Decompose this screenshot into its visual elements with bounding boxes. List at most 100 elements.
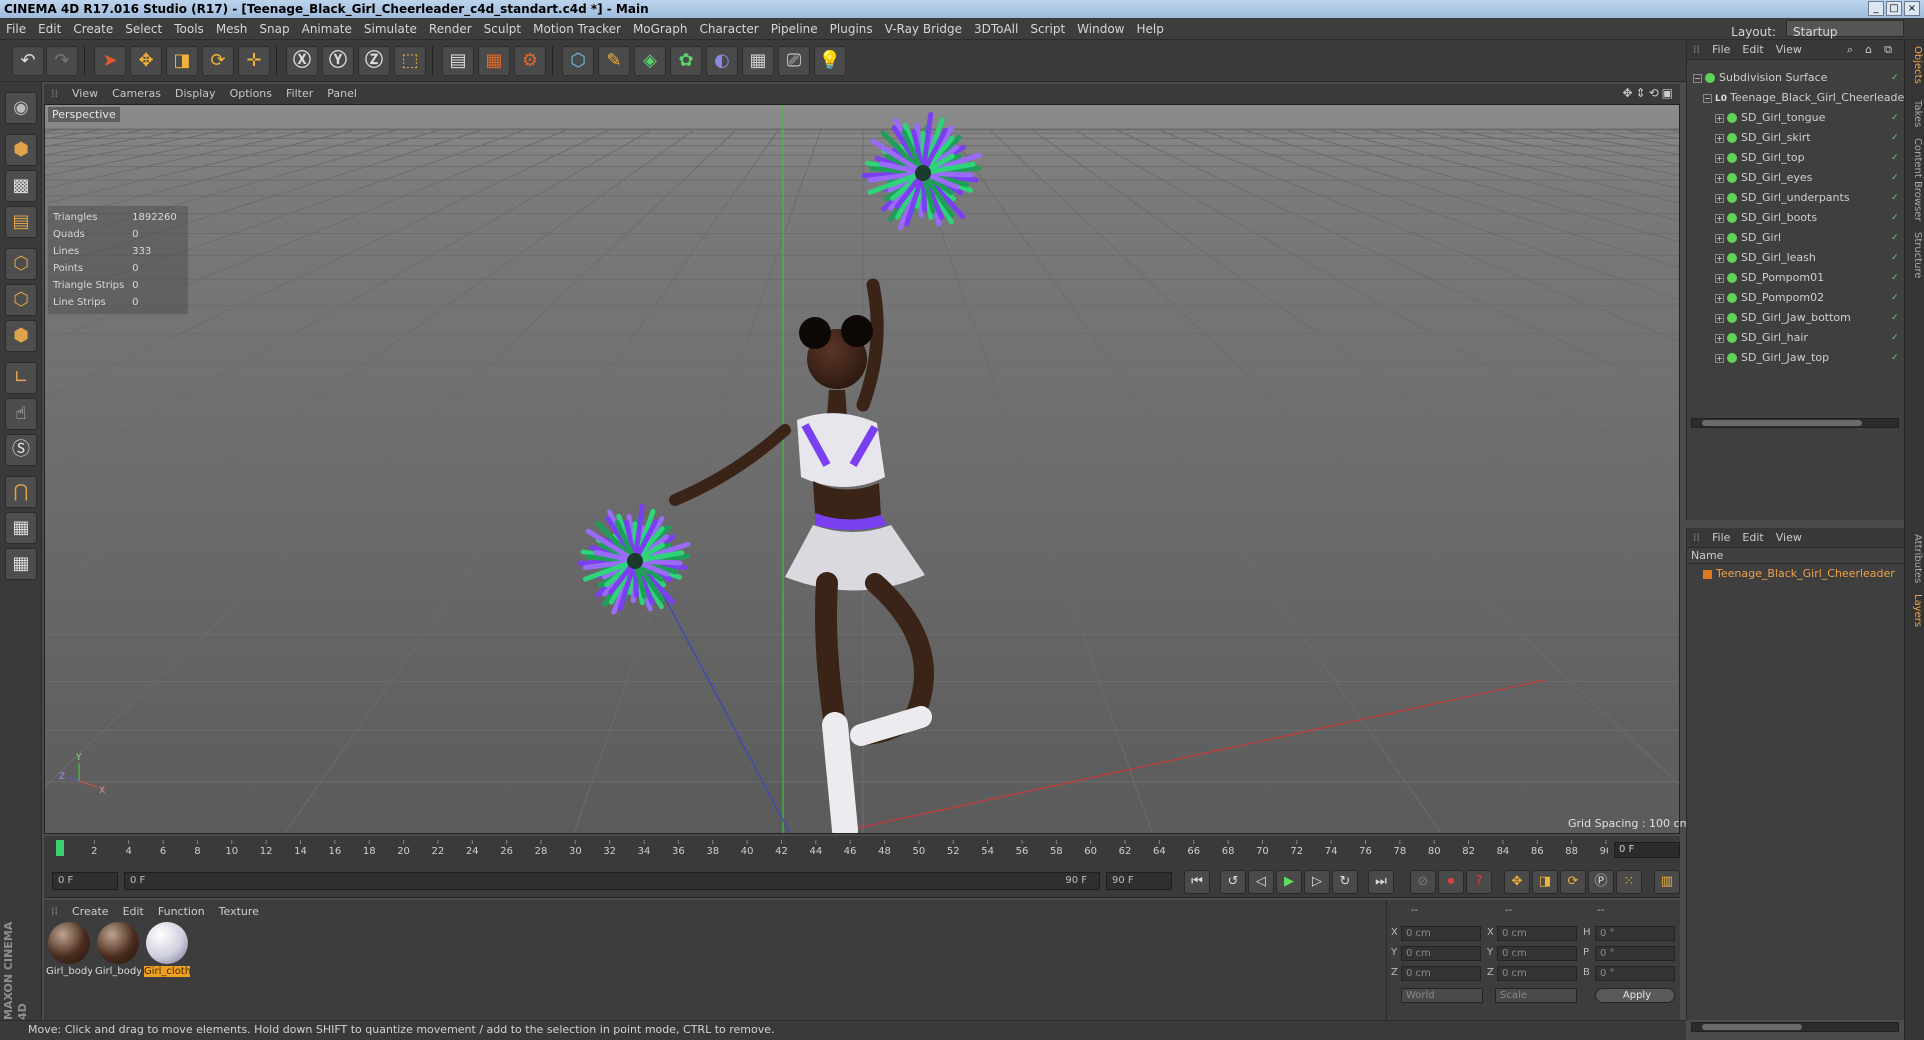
texture-mode-icon[interactable]: ▩ bbox=[5, 170, 37, 202]
layer-manager-scrollbar[interactable] bbox=[1691, 1022, 1899, 1032]
material-menu-edit[interactable]: Edit bbox=[116, 902, 151, 922]
enabled-check-icon[interactable]: ✓ bbox=[1891, 174, 1899, 183]
object-menu-file[interactable]: File bbox=[1706, 40, 1736, 60]
material-menu-create[interactable]: Create bbox=[65, 902, 116, 922]
timeline-ruler[interactable]: 0246810121416182022242628303234363840424… bbox=[52, 840, 1608, 856]
render-view-icon[interactable]: ▤ bbox=[442, 46, 474, 76]
expand-icon[interactable]: + bbox=[1715, 273, 1724, 283]
enabled-check-icon[interactable]: ✓ bbox=[1891, 114, 1899, 123]
menu-simulate[interactable]: Simulate bbox=[358, 18, 423, 40]
menu-animate[interactable]: Animate bbox=[296, 18, 358, 40]
expand-icon[interactable]: + bbox=[1715, 153, 1724, 163]
undo-icon[interactable]: ↶ bbox=[12, 46, 44, 76]
polygons-mode-icon[interactable]: ⬢ bbox=[5, 320, 37, 352]
frame-range-slider[interactable]: 0 F 90 F bbox=[124, 872, 1100, 890]
viewport-menu-panel[interactable]: Panel bbox=[320, 84, 364, 104]
tab-objects[interactable]: Objects bbox=[1907, 46, 1923, 84]
go-to-start-icon[interactable]: ⏮ bbox=[1184, 870, 1210, 894]
snap-icon[interactable]: Ⓢ bbox=[5, 434, 37, 466]
enabled-check-icon[interactable]: ✓ bbox=[1891, 154, 1899, 163]
viewport-menu-filter[interactable]: Filter bbox=[279, 84, 320, 104]
enabled-check-icon[interactable]: ✓ bbox=[1891, 214, 1899, 223]
enabled-check-icon[interactable]: ✓ bbox=[1891, 254, 1899, 263]
tab-structure[interactable]: Structure bbox=[1907, 232, 1923, 279]
points-mode-icon[interactable]: ⬡ bbox=[5, 248, 37, 280]
layer-menu-file[interactable]: File bbox=[1706, 528, 1736, 548]
object-row-group[interactable]: − L0 Teenage_Black_Girl_Cheerleader bbox=[1687, 88, 1909, 108]
object-row[interactable]: + SD_Girl ✓ bbox=[1687, 228, 1905, 248]
rotate-icon[interactable]: ⟳ bbox=[202, 46, 234, 76]
menu-help[interactable]: Help bbox=[1130, 18, 1169, 40]
subdivision-surface-icon[interactable]: ◈ bbox=[634, 46, 666, 76]
material-menu-texture[interactable]: Texture bbox=[212, 902, 266, 922]
expand-icon[interactable]: + bbox=[1715, 353, 1724, 363]
expand-icon[interactable]: + bbox=[1715, 333, 1724, 343]
z-axis-lock-icon[interactable]: Ⓩ bbox=[358, 46, 390, 76]
object-menu-edit[interactable]: Edit bbox=[1736, 40, 1769, 60]
tweak-mode-icon[interactable]: ☝ bbox=[5, 398, 37, 430]
object-row[interactable]: + SD_Girl_tongue ✓ bbox=[1687, 108, 1905, 128]
cube-primitive-icon[interactable]: ⬡ bbox=[562, 46, 594, 76]
enabled-check-icon[interactable]: ✓ bbox=[1891, 274, 1899, 283]
position-y-field[interactable]: 0 cm bbox=[1401, 946, 1481, 961]
light-icon[interactable]: 💡 bbox=[814, 46, 846, 76]
menu-select[interactable]: Select bbox=[119, 18, 168, 40]
key-rotation-icon[interactable]: ⟳ bbox=[1560, 870, 1586, 894]
viewport-menu-cameras[interactable]: Cameras bbox=[105, 84, 168, 104]
object-row[interactable]: + SD_Girl_boots ✓ bbox=[1687, 208, 1905, 228]
live-selection-icon[interactable]: ➤ bbox=[94, 46, 126, 76]
expand-icon[interactable]: + bbox=[1715, 313, 1724, 323]
autokey-icon[interactable]: ⏺ bbox=[1438, 870, 1464, 894]
menu-tools[interactable]: Tools bbox=[168, 18, 210, 40]
lock-workplane-icon[interactable]: ▦ bbox=[5, 512, 37, 544]
end-frame-field[interactable]: 90 F bbox=[1106, 872, 1172, 890]
layer-menu-view[interactable]: View bbox=[1770, 528, 1808, 548]
go-to-end-icon[interactable]: ⏭ bbox=[1368, 870, 1394, 894]
pan-icon[interactable]: ✥ bbox=[1622, 86, 1635, 100]
menu-character[interactable]: Character bbox=[693, 18, 764, 40]
viewport-menu-view[interactable]: View bbox=[65, 84, 105, 104]
rotation-p-field[interactable]: 0 ° bbox=[1595, 946, 1675, 961]
enabled-check-icon[interactable]: ✓ bbox=[1891, 314, 1899, 323]
material-item[interactable]: Girl_body bbox=[46, 922, 92, 982]
rotation-h-field[interactable]: 0 ° bbox=[1595, 926, 1675, 941]
next-frame-icon[interactable]: ▷ bbox=[1304, 870, 1330, 894]
dolly-icon[interactable]: ⇕ bbox=[1636, 86, 1649, 100]
collapse-icon[interactable]: − bbox=[1693, 73, 1702, 83]
expand-icon[interactable]: + bbox=[1715, 113, 1724, 123]
object-row[interactable]: + SD_Girl_leash ✓ bbox=[1687, 248, 1905, 268]
tab-content-browser[interactable]: Content Browser bbox=[1907, 138, 1923, 221]
enabled-check-icon[interactable]: ✓ bbox=[1891, 134, 1899, 143]
home-icon[interactable]: ⌂ bbox=[1859, 40, 1878, 60]
keyframe-selection-icon[interactable]: ? bbox=[1466, 870, 1492, 894]
expand-icon[interactable]: + bbox=[1715, 213, 1724, 223]
object-row[interactable]: + SD_Girl_eyes ✓ bbox=[1687, 168, 1905, 188]
expand-icon[interactable]: + bbox=[1715, 193, 1724, 203]
object-row[interactable]: + SD_Girl_hair ✓ bbox=[1687, 328, 1905, 348]
make-editable-icon[interactable]: ◉ bbox=[5, 92, 37, 124]
key-position-icon[interactable]: ✥ bbox=[1504, 870, 1530, 894]
edges-mode-icon[interactable]: ⬡ bbox=[5, 284, 37, 316]
maximize-icon[interactable]: □ bbox=[1886, 1, 1902, 16]
size-z-field[interactable]: 0 cm bbox=[1497, 966, 1577, 981]
key-pla-icon[interactable]: ⁙ bbox=[1616, 870, 1642, 894]
enabled-check-icon[interactable]: ✓ bbox=[1891, 234, 1899, 243]
toggle-view-icon[interactable]: ▣ bbox=[1662, 86, 1676, 100]
y-axis-lock-icon[interactable]: Ⓨ bbox=[322, 46, 354, 76]
layout-dropdown[interactable]: Startup bbox=[1786, 20, 1904, 39]
minimize-icon[interactable]: _ bbox=[1868, 1, 1884, 16]
object-row[interactable]: + SD_Girl_Jaw_bottom ✓ bbox=[1687, 308, 1905, 328]
next-key-icon[interactable]: ↻ bbox=[1332, 870, 1358, 894]
start-frame-field[interactable]: 0 F bbox=[52, 872, 118, 890]
menu-3dtoall[interactable]: 3DToAll bbox=[968, 18, 1024, 40]
expand-icon[interactable]: + bbox=[1715, 293, 1724, 303]
apply-button[interactable]: Apply bbox=[1595, 988, 1675, 1003]
object-row[interactable]: + SD_Girl_Jaw_top ✓ bbox=[1687, 348, 1905, 368]
tab-attributes[interactable]: Attributes bbox=[1907, 534, 1923, 583]
planar-workplane-icon[interactable]: ▦ bbox=[5, 548, 37, 580]
enabled-check-icon[interactable]: ✓ bbox=[1891, 334, 1899, 343]
previous-frame-icon[interactable]: ◁ bbox=[1248, 870, 1274, 894]
current-frame-field[interactable]: 0 F bbox=[1614, 842, 1680, 858]
position-x-field[interactable]: 0 cm bbox=[1401, 926, 1481, 941]
transform-icon[interactable]: ✛ bbox=[238, 46, 270, 76]
